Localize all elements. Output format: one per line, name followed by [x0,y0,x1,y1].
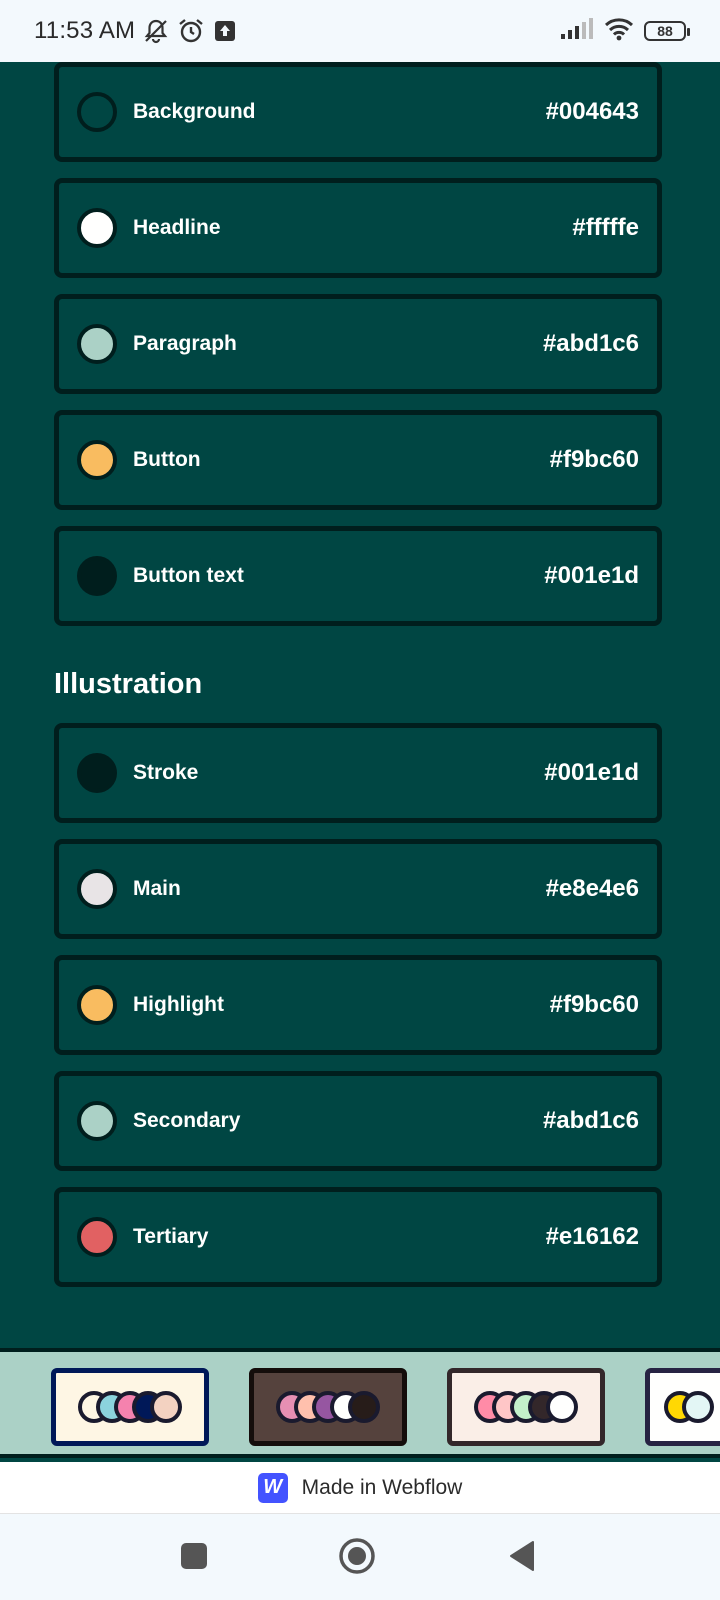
color-card-background[interactable]: Background #004643 [54,62,662,162]
home-button[interactable] [337,1537,377,1580]
color-palette-content: Background #004643 Headline #fffffe Para… [0,62,720,1348]
section-title-illustration: Illustration [54,668,203,700]
wifi-icon [604,17,634,46]
color-label: Button text [133,564,244,587]
swatch-main [77,869,117,909]
color-card-highlight[interactable]: Highlight #f9bc60 [54,955,662,1055]
color-hex[interactable]: #001e1d [544,759,639,787]
status-time: 11:53 AM [34,17,136,44]
palette-card[interactable] [447,1368,605,1446]
palette-carousel[interactable] [0,1348,720,1458]
color-hex[interactable]: #fffffe [572,214,639,242]
palette-card[interactable] [645,1368,720,1446]
recent-apps-button[interactable] [174,1538,214,1578]
color-hex[interactable]: #f9bc60 [550,991,639,1019]
palette-dots [276,1391,380,1423]
palette-dot [546,1391,578,1423]
system-nav-bar [0,1514,720,1600]
color-label: Paragraph [133,332,237,355]
color-hex[interactable]: #abd1c6 [543,1107,639,1135]
square-icon [180,1542,208,1575]
color-card-button-text[interactable]: Button text #001e1d [54,526,662,626]
swatch-background [77,92,117,132]
palette-dots [664,1391,714,1423]
color-label: Tertiary [133,1225,209,1248]
color-label: Highlight [133,993,224,1016]
color-label: Main [133,877,181,900]
color-hex[interactable]: #f9bc60 [550,446,639,474]
swatch-highlight [77,985,117,1025]
signal-icon [560,17,594,45]
color-hex[interactable]: #e8e4e6 [546,875,639,903]
color-card-main[interactable]: Main #e8e4e6 [54,839,662,939]
swatch-button [77,440,117,480]
color-label: Headline [133,216,221,239]
palette-dots [474,1391,578,1423]
color-card-tertiary[interactable]: Tertiary #e16162 [54,1187,662,1287]
webflow-logo-icon: W [257,1472,288,1503]
palette-dots [78,1391,182,1423]
color-hex[interactable]: #004643 [546,98,639,126]
color-label: Button [133,448,201,471]
palette-card[interactable] [51,1368,209,1446]
color-card-headline[interactable]: Headline #fffffe [54,178,662,278]
swatch-paragraph [77,324,117,364]
palette-card[interactable] [249,1368,407,1446]
swatch-secondary [77,1101,117,1141]
webflow-badge-label: Made in Webflow [301,1475,463,1499]
battery-indicator: 88 [644,21,690,41]
palette-dot [348,1391,380,1423]
made-in-webflow-badge[interactable]: W Made in Webflow [0,1462,720,1514]
color-card-secondary[interactable]: Secondary #abd1c6 [54,1071,662,1171]
alarm-icon [177,17,205,45]
color-hex[interactable]: #001e1d [544,562,639,590]
back-button[interactable] [502,1538,542,1578]
color-card-button[interactable]: Button #f9bc60 [54,410,662,510]
status-bar: 11:53 AM 88 [0,0,720,62]
swatch-button-text [77,556,117,596]
back-triangle-icon [508,1540,536,1577]
palette-dot [682,1391,714,1423]
home-circle-icon [338,1537,376,1580]
upload-icon [213,19,237,43]
bell-off-icon [143,18,169,44]
color-hex[interactable]: #abd1c6 [543,330,639,358]
color-label: Secondary [133,1109,241,1132]
color-label: Stroke [133,761,199,784]
palette-dot [150,1391,182,1423]
swatch-tertiary [77,1217,117,1257]
swatch-headline [77,208,117,248]
color-label: Background [133,100,256,123]
swatch-stroke [77,753,117,793]
color-card-stroke[interactable]: Stroke #001e1d [54,723,662,823]
color-card-paragraph[interactable]: Paragraph #abd1c6 [54,294,662,394]
color-hex[interactable]: #e16162 [546,1223,639,1251]
